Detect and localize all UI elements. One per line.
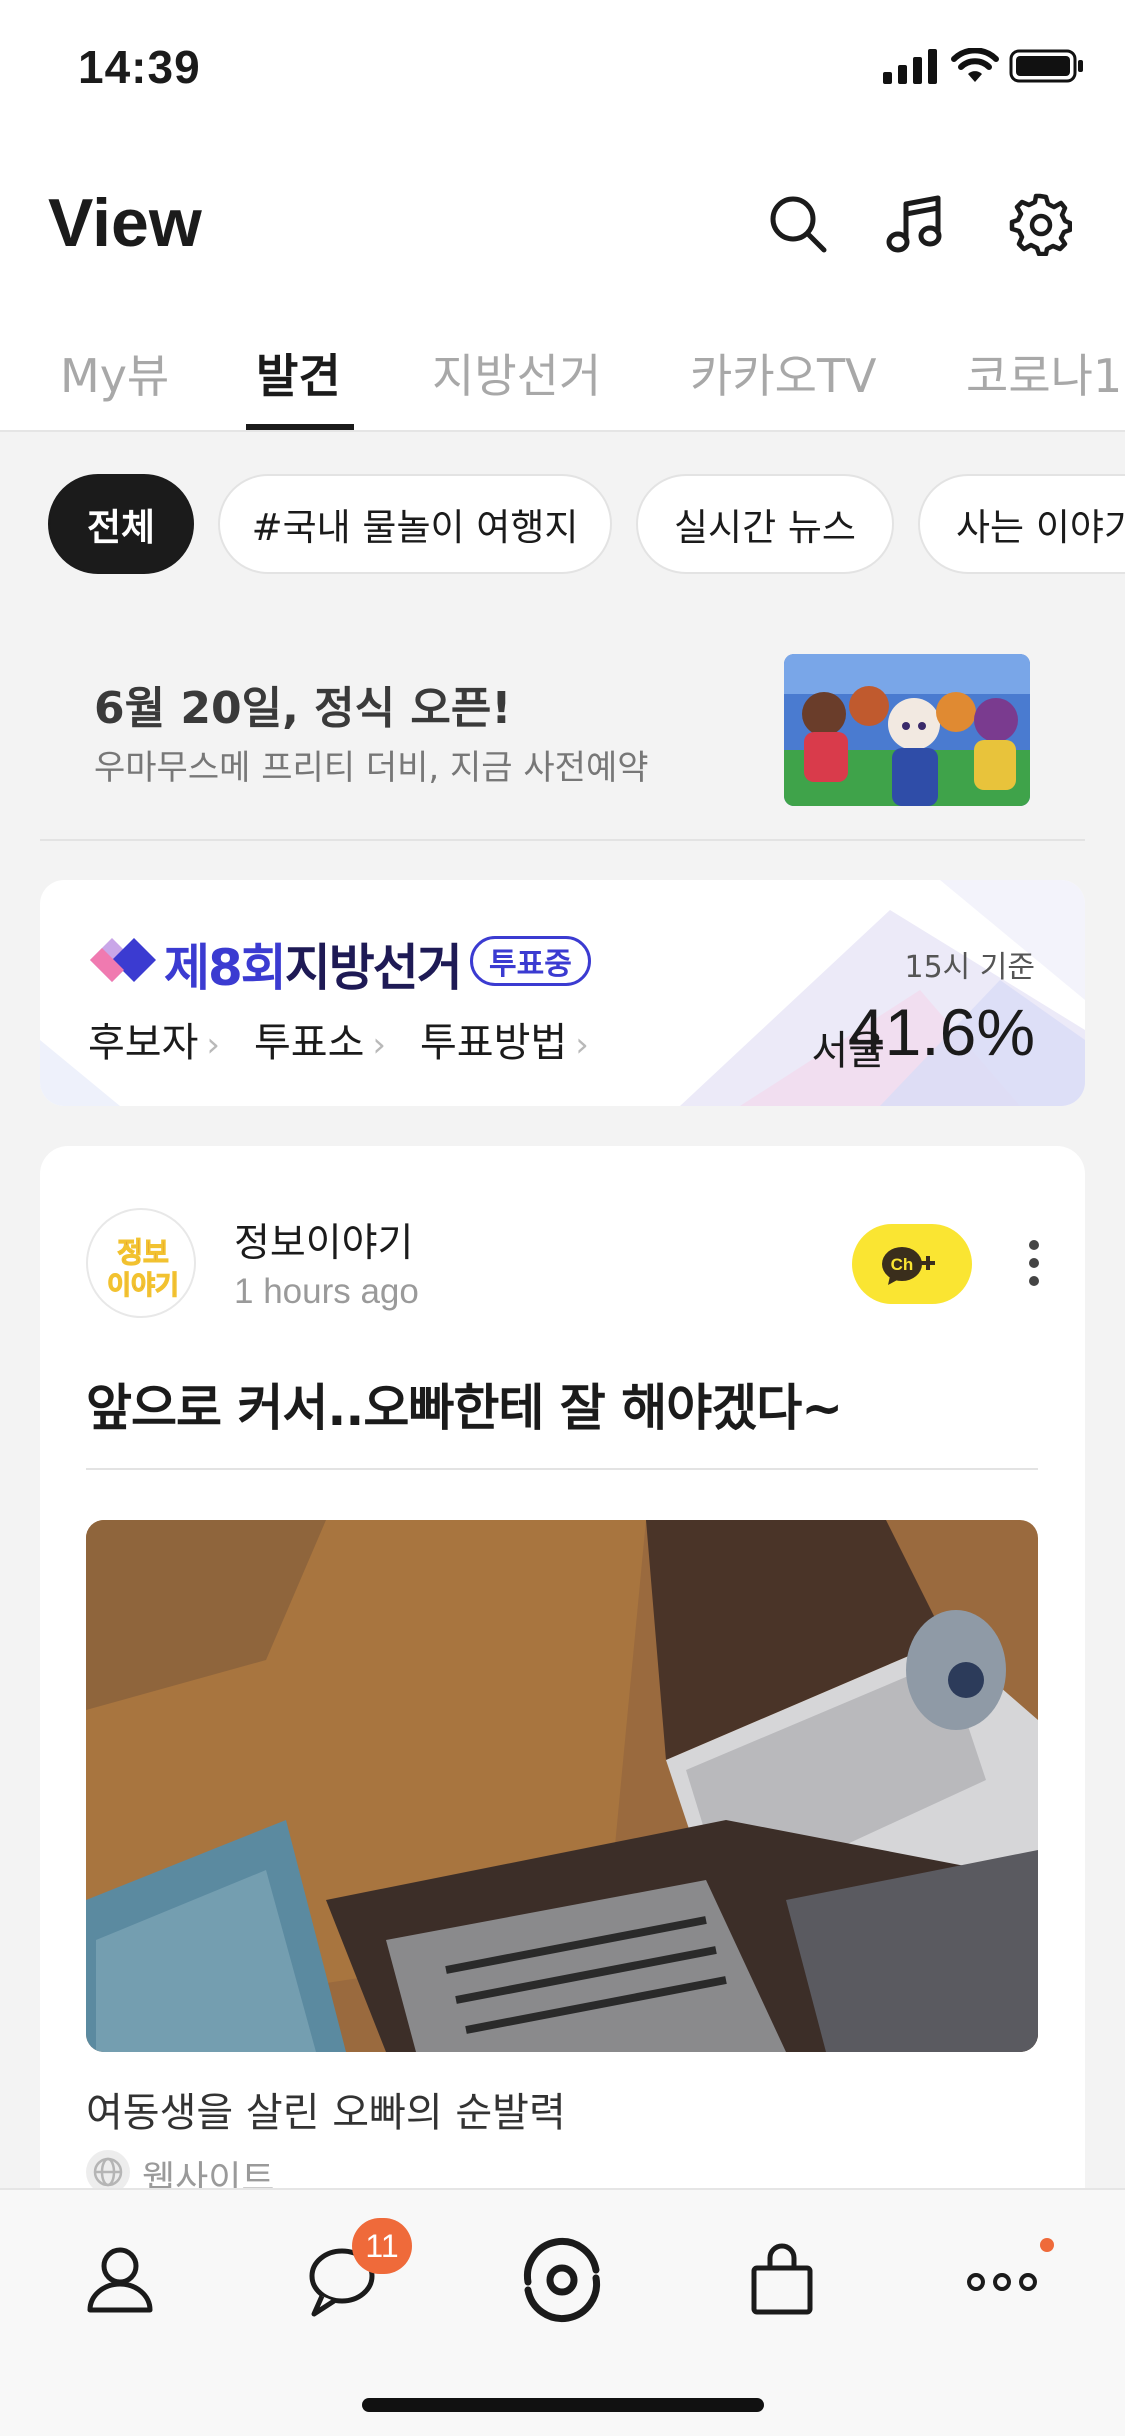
app-header: View: [0, 132, 1125, 312]
more-icon[interactable]: [952, 2230, 1052, 2330]
home-indicator: [362, 2398, 764, 2412]
tab-kakao-tv[interactable]: 카카오TV: [690, 340, 877, 406]
election-title: 제8회지방선거: [164, 928, 463, 1000]
chat-unread-badge: 11: [352, 2218, 412, 2274]
add-channel-button[interactable]: Ch: [852, 1224, 972, 1304]
status-bar: 14:39: [0, 0, 1125, 132]
ch-label: Ch: [891, 1255, 914, 1274]
channel-logo-text-bottom: 이야기: [107, 1271, 179, 1301]
candidates-link[interactable]: 후보자 ›: [88, 1010, 220, 1068]
tab-local-election[interactable]: 지방선거: [432, 340, 601, 406]
post-time: 1 hours ago: [234, 1272, 419, 1311]
post-caption[interactable]: 여동생을 살린 오빠의 순발력: [86, 2080, 566, 2138]
profile-icon[interactable]: [70, 2230, 170, 2330]
view-icon[interactable]: [512, 2230, 612, 2330]
tab-discover[interactable]: 발견: [256, 340, 341, 406]
channel-logo-text-top: 정보: [117, 1236, 169, 1269]
election-logo-icon: [90, 938, 156, 982]
more-options-icon[interactable]: [1022, 1238, 1046, 1288]
channel-plus-icon: Ch: [882, 1247, 935, 1285]
shopping-icon[interactable]: [732, 2230, 832, 2330]
wifi-icon: [951, 48, 999, 82]
polling-station-link[interactable]: 투표소 ›: [254, 1010, 386, 1068]
turnout-basis-time: 15시 기준: [904, 950, 1035, 985]
polling-station-link-label: 투표소: [254, 1020, 365, 1066]
voting-method-link[interactable]: 투표방법 ›: [420, 1010, 589, 1068]
search-icon[interactable]: [766, 192, 830, 256]
chevron-right-icon: ›: [372, 1025, 387, 1065]
tab-bar: My뷰 발견 지방선거 카카오TV 코로나19: [0, 312, 1125, 432]
music-note-icon[interactable]: [884, 192, 948, 256]
election-card[interactable]: 제8회지방선거 투표중 15시 기준 후보자 › 투표소 › 투표방법 › 서울 41…: [40, 880, 1085, 1106]
ad-thumbnail[interactable]: [784, 654, 1030, 806]
channel-avatar[interactable]: 정보 이야기: [86, 1208, 196, 1318]
channel-name[interactable]: 정보이야기: [234, 1212, 413, 1268]
ad-subtitle: 우마무스메 프리티 더비, 지금 사전예약: [94, 748, 649, 788]
election-number: 제8회: [164, 939, 287, 997]
ad-banner[interactable]: 6월 20일, 정식 오픈! 우마무스메 프리티 더비, 지금 사전예약: [40, 616, 1085, 841]
ad-title: 6월 20일, 정식 오픈!: [94, 683, 512, 734]
active-tab-indicator: [246, 424, 354, 430]
chip-live-news[interactable]: 실시간 뉴스: [636, 474, 894, 574]
chevron-right-icon: ›: [206, 1025, 221, 1065]
divider: [86, 1468, 1038, 1470]
topic-chip-row: 전체 #국내 물놀이 여행지 실시간 뉴스 사는 이야기: [0, 434, 1125, 616]
chip-water-travel[interactable]: #국내 물놀이 여행지: [218, 474, 612, 574]
election-name: 지방선거: [284, 939, 463, 997]
signal-icon: [883, 49, 937, 84]
battery-icon: [1009, 49, 1083, 83]
candidates-link-label: 후보자: [88, 1020, 199, 1066]
tab-covid19[interactable]: 코로나19: [966, 340, 1125, 406]
turnout-value: 41.6%: [847, 995, 1035, 1069]
post-title[interactable]: 앞으로 커서..오빠한테 잘 해야겠다~: [86, 1368, 843, 1440]
chip-all[interactable]: 전체: [48, 474, 194, 574]
chevron-right-icon: ›: [575, 1025, 589, 1065]
gear-icon[interactable]: [1008, 192, 1073, 257]
status-time: 14:39: [78, 41, 201, 93]
status-badge: 투표중: [470, 936, 591, 986]
chip-life-stories[interactable]: 사는 이야기: [918, 474, 1125, 574]
tab-my-view[interactable]: My뷰: [60, 340, 169, 406]
post-image[interactable]: [86, 1520, 1038, 2052]
page-title: View: [48, 185, 202, 261]
voting-method-link-label: 투표방법: [420, 1020, 568, 1066]
notification-dot: [1040, 2238, 1054, 2252]
